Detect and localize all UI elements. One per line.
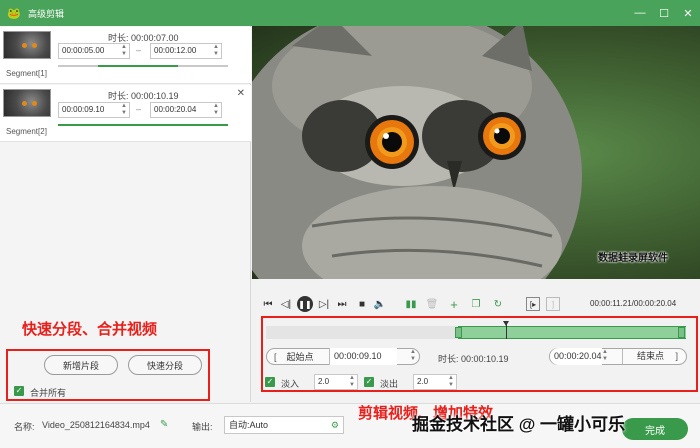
range-separator: – — [136, 45, 142, 55]
fade-in-checkbox[interactable]: ✓ — [265, 377, 275, 387]
fade-out-label: 淡出 — [380, 379, 399, 389]
output-select[interactable]: 自动:Auto ⚙ — [224, 416, 344, 434]
app-logo-icon: 🐸 — [7, 7, 21, 20]
merge-all-label: 合并所有 — [30, 388, 67, 398]
maximize-button[interactable]: ☐ — [652, 0, 676, 26]
segment-label: Segment[1] — [6, 69, 47, 78]
video-watermark: 数据蛙录屏软件 — [598, 253, 668, 264]
fade-in-field[interactable]: 2.0 ▲ ▼ — [314, 374, 358, 390]
playhead[interactable] — [503, 321, 509, 339]
fade-out-checkbox[interactable]: ✓ — [364, 377, 374, 387]
pause-button[interactable]: ❚❚ — [297, 296, 313, 312]
segment-thumbnail — [3, 89, 51, 117]
skip-start-icon[interactable]: ⏮ — [262, 297, 274, 311]
split-icon[interactable]: ▮▮ — [404, 297, 418, 311]
segment-end-time-field[interactable]: 00:00:12.00 ▲ ▼ — [150, 43, 222, 59]
set-in-point-icon[interactable]: [▸ — [526, 297, 540, 311]
video-preview — [252, 26, 700, 279]
time-readout: 00:00:11.21/00:00:20.04 — [590, 299, 677, 308]
step-forward-icon[interactable]: ▷| — [318, 297, 330, 311]
selection-start-handle[interactable] — [455, 327, 462, 338]
close-icon[interactable]: ✕ — [237, 88, 245, 99]
end-bracket-icon: ] — [675, 351, 678, 361]
end-point-label: 结束点 — [622, 349, 664, 364]
start-bracket-icon: [ — [274, 351, 277, 362]
owl-image — [252, 26, 582, 279]
skip-end-icon[interactable]: ⏭ — [336, 297, 348, 311]
merge-all-checkbox[interactable]: ✓ — [14, 386, 24, 396]
end-time-field[interactable]: 00:00:20.04 — [550, 348, 602, 365]
segment-label: Segment[2] — [6, 127, 47, 136]
step-back-icon[interactable]: ◁| — [280, 297, 292, 311]
title-bar: 🐸 高级剪辑 — ☐ ✕ — [0, 0, 700, 26]
close-button[interactable]: ✕ — [676, 0, 700, 26]
finish-button[interactable]: 完成 — [622, 418, 688, 440]
trim-duration: 时长: 00:00:10.19 — [438, 354, 509, 364]
timeline-selection — [458, 326, 686, 339]
name-label: 名称: — [14, 422, 35, 432]
stop-icon[interactable]: ■ — [356, 297, 368, 311]
segment-item[interactable]: Segment[2] 时长: 00:00:10.19 ✕ 00:00:09.10… — [0, 85, 251, 142]
start-time-field[interactable]: 00:00:09.10 — [329, 348, 397, 365]
selection-end-handle[interactable] — [678, 327, 685, 338]
range-separator: – — [136, 104, 142, 114]
reset-icon[interactable]: ↻ — [492, 297, 504, 311]
output-label: 输出: — [192, 422, 213, 432]
new-segment-button[interactable]: 新增片段 — [44, 355, 118, 375]
quick-split-button[interactable]: 快速分段 — [128, 355, 202, 375]
segment-progress — [58, 124, 228, 126]
gear-icon[interactable]: ⚙ — [331, 417, 339, 433]
fade-in-label: 淡入 — [281, 379, 300, 389]
edit-name-icon[interactable]: ✎ — [160, 419, 168, 430]
start-point-label: 起始点 — [286, 352, 314, 362]
file-name: Video_250812164834.mp4 — [42, 420, 150, 430]
start-time-spinner[interactable]: ▲ ▼ — [410, 349, 416, 363]
delete-icon[interactable]: 🗑 — [426, 297, 439, 311]
segment-progress-fill — [58, 124, 228, 126]
segment-start-time-field[interactable]: 00:00:09.10 ▲ ▼ — [58, 102, 130, 118]
segment-end-time-field[interactable]: 00:00:20.04 ▲ ▼ — [150, 102, 222, 118]
community-watermark: 掘金技术社区 @ 一罐小可乐 — [412, 415, 626, 434]
end-point-control[interactable]: 00:00:20.04 ▲ ▼ 结束点 ] — [549, 348, 687, 365]
segment-duration: 时长: 00:00:10.19 — [108, 91, 179, 101]
segment-start-time-field[interactable]: 00:00:05.00 ▲ ▼ — [58, 43, 130, 59]
volume-icon[interactable]: 🔈 — [374, 297, 386, 311]
add-icon[interactable]: + — [448, 297, 460, 312]
end-time-spinner[interactable]: ▲ ▼ — [602, 349, 608, 363]
timeline-track[interactable] — [266, 326, 686, 339]
window-title: 高级剪辑 — [28, 8, 65, 19]
segment-progress — [58, 65, 228, 67]
copy-icon[interactable]: ❐ — [470, 297, 482, 311]
set-out-point-icon[interactable]: ] — [546, 297, 560, 311]
minimize-button[interactable]: — — [628, 0, 652, 26]
annotation-left: 快速分段、合并视频 — [22, 321, 158, 338]
segment-item[interactable]: Segment[1] 时长: 00:00:07.00 00:00:05.00 ▲ ▼… — [0, 27, 251, 84]
segment-progress-fill — [98, 65, 178, 67]
start-point-control[interactable]: [ 起始点 00:00:09.10 ▲ ▼ — [266, 348, 420, 365]
fade-out-field[interactable]: 2.0 ▲ ▼ — [413, 374, 457, 390]
segment-thumbnail — [3, 31, 51, 59]
